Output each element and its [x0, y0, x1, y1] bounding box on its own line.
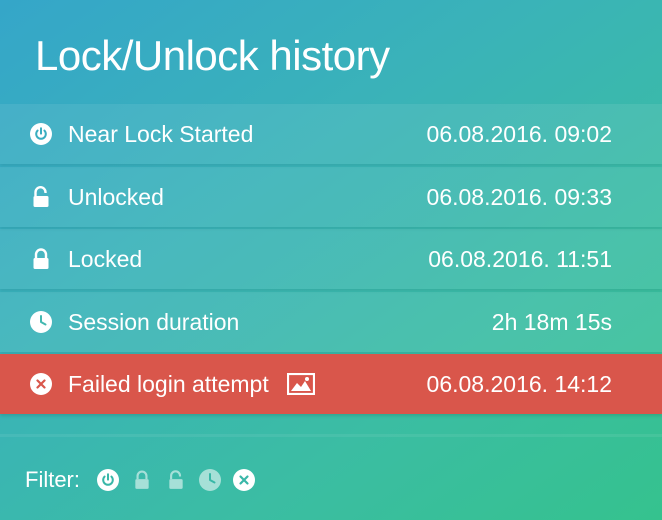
history-panel: Lock/Unlock history Near Lock Started 06…	[0, 0, 662, 520]
page-title: Lock/Unlock history	[35, 32, 390, 79]
failed-login-label: Failed login attempt	[68, 371, 269, 397]
history-row-label: Unlocked	[68, 183, 164, 210]
unlock-icon	[30, 185, 52, 208]
filter-unlock-icon[interactable]	[164, 468, 188, 492]
history-row-label: Locked	[68, 246, 143, 272]
filter-clock-icon[interactable]	[198, 468, 222, 492]
history-list: Near Lock Started 06.08.2016. 09:02 Unlo…	[0, 104, 662, 417]
footer-divider	[0, 434, 662, 437]
filter-power-icon[interactable]	[96, 468, 120, 492]
history-row-duration: 2h 18m 15s	[491, 308, 612, 335]
clock-icon	[30, 310, 52, 333]
history-row-label: Failed login attempt	[68, 370, 315, 398]
filter-bar: Filter:	[25, 466, 266, 494]
history-row-unlocked[interactable]: Unlocked 06.08.2016. 09:33	[0, 166, 662, 227]
filter-lock-icon[interactable]	[130, 468, 154, 492]
power-icon	[30, 123, 52, 145]
filter-close-circle-icon[interactable]	[232, 468, 256, 492]
history-row-label: Near Lock Started	[68, 121, 254, 147]
history-row-session-duration[interactable]: Session duration 2h 18m 15s	[0, 291, 662, 352]
history-row-locked[interactable]: Locked 06.08.2016. 11:51	[0, 229, 662, 289]
history-row-timestamp: 06.08.2016. 09:33	[426, 183, 612, 210]
history-row-near-lock-started[interactable]: Near Lock Started 06.08.2016. 09:02	[0, 104, 662, 164]
image-icon[interactable]	[286, 372, 315, 395]
history-row-label: Session duration	[68, 308, 240, 335]
history-row-timestamp: 06.08.2016. 09:02	[426, 121, 612, 147]
close-circle-icon	[30, 373, 52, 395]
history-row-failed-login[interactable]: Failed login attempt 06.08.2016. 14:12	[0, 354, 662, 414]
history-row-timestamp: 06.08.2016. 11:51	[428, 246, 612, 272]
lock-icon	[30, 248, 52, 270]
filter-label: Filter:	[25, 467, 80, 492]
history-row-timestamp: 06.08.2016. 14:12	[426, 371, 612, 397]
